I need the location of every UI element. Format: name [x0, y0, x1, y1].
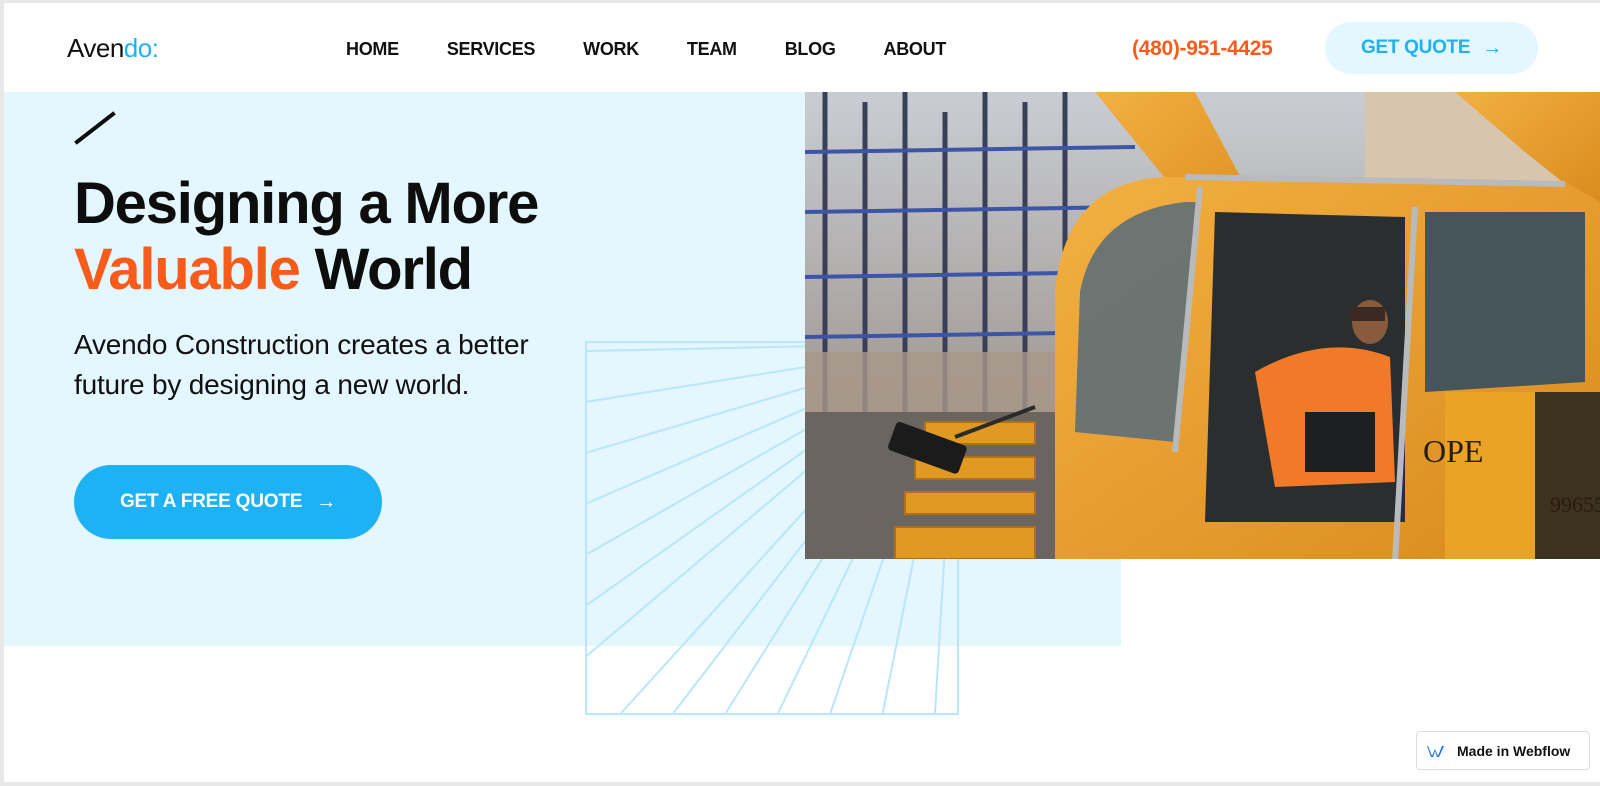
page-frame: Avendo: HOME SERVICES WORK TEAM BLOG ABO…	[4, 3, 1600, 782]
free-quote-label: GET A FREE QUOTE	[119, 491, 303, 512]
nav-item-about[interactable]: ABOUT	[884, 38, 947, 60]
nav-item-services[interactable]: SERVICES	[447, 38, 536, 60]
brand-name-part1: Aven	[67, 33, 124, 63]
arrow-right-icon: →	[316, 490, 337, 513]
headline-line1: Designing a More	[74, 171, 539, 236]
brand-name-part2: do:	[123, 33, 159, 63]
headline-rest: World	[299, 237, 473, 302]
nav-item-work[interactable]: WORK	[583, 38, 639, 60]
main-menu: HOME SERVICES WORK TEAM BLOG ABOUT	[346, 38, 994, 60]
hero-headline: Designing a More Valuable World	[74, 171, 539, 303]
webflow-logo-icon	[1427, 745, 1444, 757]
slash-icon	[74, 111, 116, 145]
badge-label: Made in Webflow	[1457, 742, 1571, 759]
free-quote-button[interactable]: GET A FREE QUOTE →	[74, 465, 382, 539]
nav-item-team[interactable]: TEAM	[687, 38, 737, 60]
brand-logo[interactable]: Avendo:	[67, 33, 159, 63]
hero-subtitle: Avendo Construction creates a better fut…	[74, 329, 529, 400]
phone-number-link[interactable]: (480)-951-4425	[1132, 37, 1273, 61]
photo-sign-text: OPE	[1423, 433, 1483, 469]
headline-accent: Valuable	[74, 237, 301, 302]
get-quote-label: GET QUOTE	[1361, 37, 1471, 58]
arrow-right-icon: →	[1482, 37, 1502, 59]
made-in-webflow-badge[interactable]: Made in Webflow	[1416, 731, 1590, 770]
top-navigation: Avendo: HOME SERVICES WORK TEAM BLOG ABO…	[4, 3, 1600, 92]
nav-item-blog[interactable]: BLOG	[785, 38, 836, 60]
get-quote-button[interactable]: GET QUOTE →	[1325, 22, 1538, 74]
photo-plate-text: 996555	[1550, 492, 1600, 517]
hero-photo-crane: OPE 996555	[805, 92, 1600, 559]
nav-item-home[interactable]: HOME	[346, 38, 399, 60]
